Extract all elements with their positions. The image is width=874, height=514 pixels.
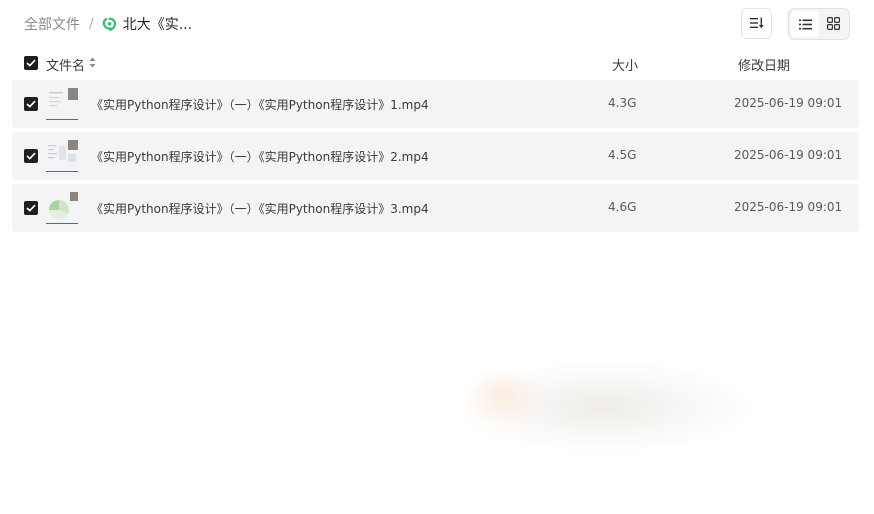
video-thumbnail <box>46 140 78 172</box>
name-column-header[interactable]: 文件名 <box>46 55 96 74</box>
breadcrumb-separator: / <box>89 16 94 32</box>
breadcrumb: 全部文件 / 北大《实... <box>24 14 192 34</box>
row-checkbox[interactable] <box>24 201 38 215</box>
table-row[interactable]: 《实用Python程序设计》（一）《实用Python程序设计》3.mp4 4.6… <box>12 184 859 232</box>
grid-view-button[interactable] <box>819 11 847 37</box>
file-modified-date: 2025-06-19 09:01 <box>734 148 843 162</box>
file-name[interactable]: 《实用Python程序设计》（一）《实用Python程序设计》3.mp4 <box>91 200 429 217</box>
file-size: 4.6G <box>608 200 637 214</box>
breadcrumb-root[interactable]: 全部文件 <box>24 14 80 34</box>
row-checkbox[interactable] <box>24 97 38 111</box>
background-glow-accent <box>462 366 542 426</box>
file-size: 4.5G <box>608 148 637 162</box>
size-column-header[interactable]: 大小 <box>612 55 638 74</box>
date-column-header[interactable]: 修改日期 <box>738 55 790 74</box>
file-list: 《实用Python程序设计》（一）《实用Python程序设计》1.mp4 4.3… <box>12 80 859 236</box>
video-thumbnail <box>46 88 78 120</box>
file-modified-date: 2025-06-19 09:01 <box>734 200 843 214</box>
file-name[interactable]: 《实用Python程序设计》（一）《实用Python程序设计》2.mp4 <box>91 148 429 165</box>
table-row[interactable]: 《实用Python程序设计》（一）《实用Python程序设计》2.mp4 4.5… <box>12 132 859 180</box>
sort-button[interactable] <box>741 8 772 39</box>
top-bar: 全部文件 / 北大《实... <box>0 0 874 48</box>
folder-share-icon <box>102 17 117 32</box>
table-header: 文件名 大小 修改日期 <box>0 52 874 76</box>
list-view-button[interactable] <box>791 11 819 37</box>
table-row[interactable]: 《实用Python程序设计》（一）《实用Python程序设计》1.mp4 4.3… <box>12 80 859 128</box>
sort-caret-icon <box>89 57 96 72</box>
breadcrumb-current[interactable]: 北大《实... <box>123 14 192 34</box>
select-all-checkbox[interactable] <box>24 56 38 70</box>
file-modified-date: 2025-06-19 09:01 <box>734 96 843 110</box>
video-thumbnail <box>46 192 78 224</box>
file-size: 4.3G <box>608 96 637 110</box>
row-checkbox[interactable] <box>24 149 38 163</box>
list-view-icon <box>798 15 812 34</box>
sort-icon <box>749 14 764 33</box>
view-toggle <box>788 8 850 40</box>
file-name[interactable]: 《实用Python程序设计》（一）《实用Python程序设计》1.mp4 <box>91 96 429 113</box>
grid-view-icon <box>826 15 840 34</box>
name-column-label: 文件名 <box>46 59 86 74</box>
